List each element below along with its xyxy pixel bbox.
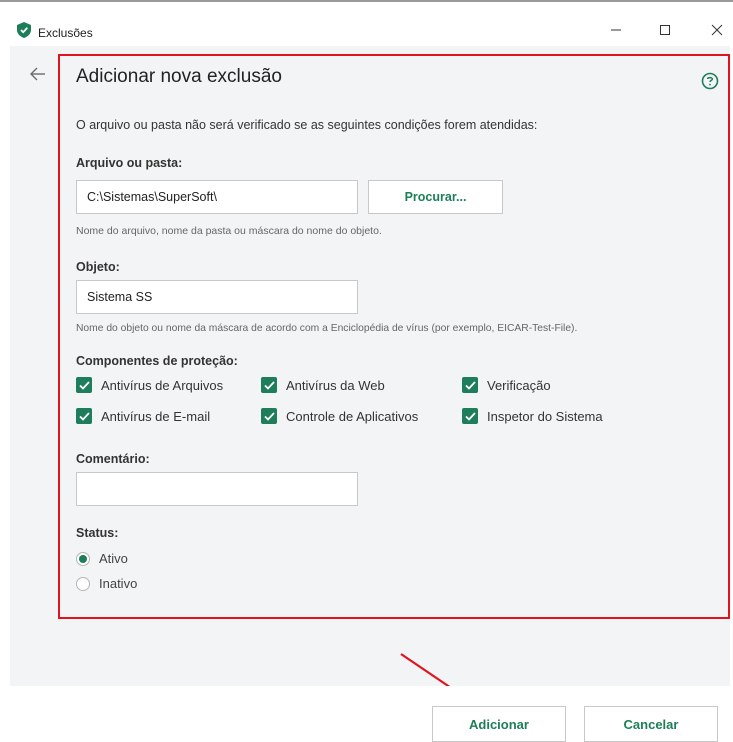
back-arrow-icon xyxy=(30,67,45,81)
checkbox-box[interactable] xyxy=(76,377,92,393)
checkbox-box[interactable] xyxy=(76,408,92,424)
content-area: Adicionar nova exclusão O arquivo ou pas… xyxy=(10,46,730,686)
window-title: Exclusões xyxy=(38,26,93,40)
checkbox-box[interactable] xyxy=(261,377,277,393)
checkbox-system-watcher[interactable]: Inspetor do Sistema xyxy=(462,408,603,424)
checkbox-file-antivirus[interactable]: Antivírus de Arquivos xyxy=(76,377,223,393)
title-bar: Exclusões xyxy=(0,2,733,46)
check-icon xyxy=(464,380,476,390)
checkbox-label: Antivírus de Arquivos xyxy=(101,377,224,393)
check-icon xyxy=(263,380,275,390)
browse-button[interactable]: Procurar... xyxy=(368,180,503,214)
file-folder-hint: Nome do arquivo, nome da pasta ou máscar… xyxy=(76,225,382,237)
checkbox-scan[interactable]: Verificação xyxy=(462,377,551,393)
checkbox-label: Controle de Aplicativos xyxy=(286,408,419,424)
object-hint: Nome do objeto ou nome da máscara de aco… xyxy=(76,323,578,334)
checkbox-label: Verificação xyxy=(487,377,551,393)
radio-active[interactable]: Ativo xyxy=(76,551,128,566)
check-icon xyxy=(263,411,275,421)
back-button[interactable] xyxy=(26,62,50,86)
exclusion-form: Adicionar nova exclusão O arquivo ou pas… xyxy=(58,54,730,619)
maximize-icon xyxy=(660,25,670,35)
help-icon[interactable] xyxy=(701,72,719,90)
page-title: Adicionar nova exclusão xyxy=(76,66,282,87)
checkbox-box[interactable] xyxy=(462,377,478,393)
checkbox-box[interactable] xyxy=(462,408,478,424)
check-icon xyxy=(78,411,90,421)
checkbox-app-control[interactable]: Controle de Aplicativos xyxy=(261,408,418,424)
components-label: Componentes de proteção: xyxy=(76,354,238,368)
shield-icon xyxy=(17,22,31,38)
radio-selected-dot xyxy=(79,554,87,563)
radio-label: Inativo xyxy=(99,576,138,591)
minimize-button[interactable] xyxy=(596,16,636,44)
file-folder-input[interactable] xyxy=(76,180,358,214)
close-icon xyxy=(711,24,723,36)
object-input[interactable] xyxy=(76,280,358,314)
comment-label: Comentário: xyxy=(76,452,150,466)
radio-label: Ativo xyxy=(99,551,128,566)
file-folder-label: Arquivo ou pasta: xyxy=(76,156,183,170)
checkbox-box[interactable] xyxy=(261,408,277,424)
radio-button[interactable] xyxy=(76,576,90,591)
check-icon xyxy=(464,411,476,421)
close-button[interactable] xyxy=(697,16,733,44)
footer-bar: Adicionar Cancelar xyxy=(0,686,733,742)
object-label: Objeto: xyxy=(76,260,120,274)
form-description: O arquivo ou pasta não será verificado s… xyxy=(76,118,538,132)
checkbox-label: Antivírus de E-mail xyxy=(101,408,211,424)
checkbox-web-antivirus[interactable]: Antivírus da Web xyxy=(261,377,385,393)
minimize-icon xyxy=(611,29,621,31)
checkbox-label: Inspetor do Sistema xyxy=(487,408,603,424)
status-label: Status: xyxy=(76,526,119,540)
radio-button[interactable] xyxy=(76,551,90,566)
radio-inactive[interactable]: Inativo xyxy=(76,576,137,591)
check-icon xyxy=(78,380,90,390)
checkbox-mail-antivirus[interactable]: Antivírus de E-mail xyxy=(76,408,210,424)
maximize-button[interactable] xyxy=(645,16,685,44)
checkbox-label: Antivírus da Web xyxy=(286,377,385,393)
comment-input[interactable] xyxy=(76,472,358,506)
